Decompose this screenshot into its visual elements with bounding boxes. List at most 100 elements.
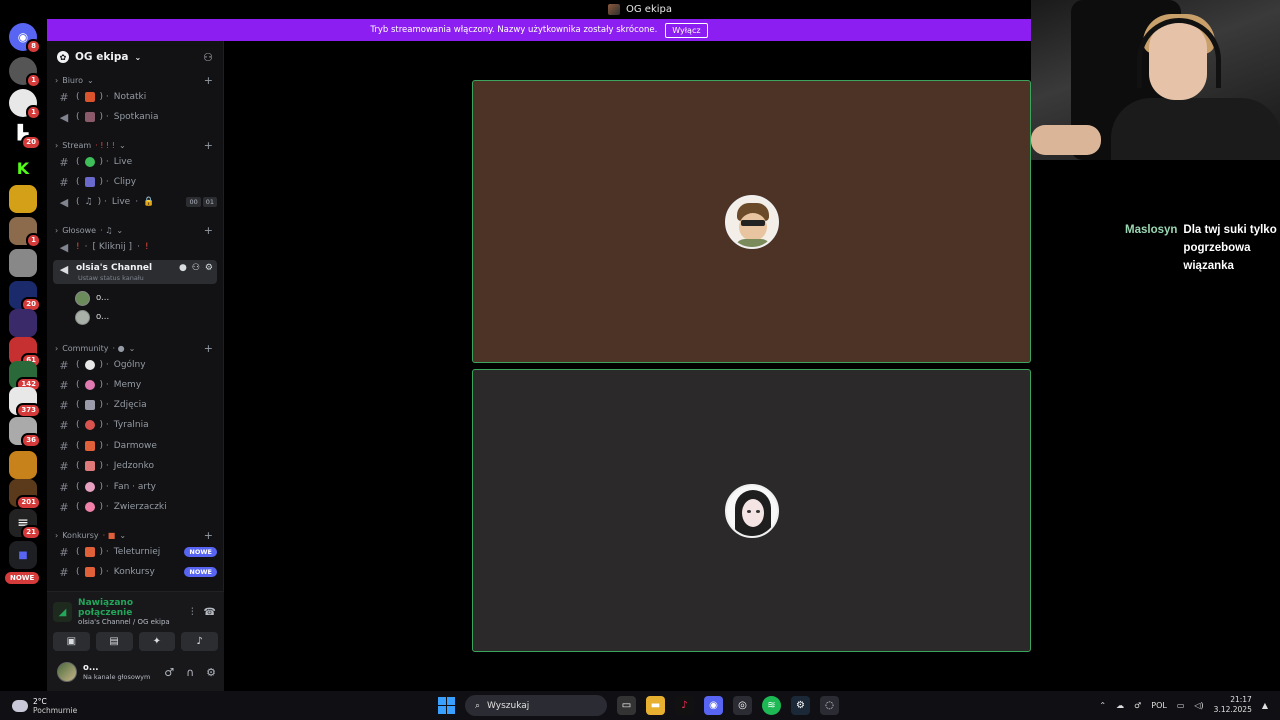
chevron-down-icon: ⌄ [128,343,136,353]
category-biuro[interactable]: › Biuro ⌄ + [55,73,213,87]
hangup-icon[interactable]: ☎ [204,607,216,618]
dm-avatar[interactable]: 1 [9,89,41,120]
kick-server-icon[interactable]: K [9,154,37,182]
avatar[interactable] [57,662,77,682]
activities-button[interactable]: ✦ [138,632,176,651]
server-icon[interactable]: 201 [9,479,41,510]
server-icon[interactable]: 20 [9,281,41,312]
emoji-icon [84,380,95,390]
counter-limit: 01 [202,197,217,207]
voice-status[interactable]: Nawiązano połączenie [78,598,185,618]
taskbar-search[interactable]: ⌕ Wyszukaj [465,695,607,716]
voice-member[interactable]: o... [75,290,109,306]
invite-icon[interactable]: ⚇ [192,263,200,273]
notifications-icon[interactable]: ▲ [1262,701,1268,710]
channel-olsias-channel[interactable]: ◀ olsia's Channel ● ⚇ ⚙ Ustaw status kanału [53,260,217,284]
dm-avatar[interactable]: 1 [9,57,41,88]
server-icon[interactable]: ≡ 21 [9,509,41,540]
emoji-icon [84,482,95,492]
screen-share-button[interactable]: ▤ [95,632,133,651]
chevron-up-icon[interactable]: ⌃ [1099,701,1106,710]
add-channel-icon[interactable]: + [204,224,213,237]
server-icon[interactable] [9,451,37,479]
channel-notatki[interactable]: #() · Notatki [53,88,217,106]
add-channel-icon[interactable]: + [204,342,213,355]
windows-icon[interactable] [438,697,455,714]
gear-icon[interactable]: ⚙ [206,666,216,679]
app-icon[interactable]: ◌ [820,696,839,715]
username[interactable]: o... [83,663,150,673]
voice-location[interactable]: olsia's Channel / OG ekipa [78,618,185,626]
server-header[interactable]: ✿ OG ekipa ⌄ ⚇ [47,41,223,73]
participant-tile[interactable] [472,80,1031,363]
channel-memy[interactable]: #() · Memy [53,376,217,394]
chat-bubble-icon[interactable]: ● [179,263,187,273]
speaker-icon: ◀ [59,263,69,276]
volume-icon[interactable]: ◁) [1194,701,1203,710]
channel-zwierzaczki[interactable]: #() · Zwierzaczki [53,498,217,516]
channel-clipy[interactable]: #() · Clipy [53,173,217,191]
speaker-icon: ◀ [59,240,69,254]
add-channel-icon[interactable]: + [204,74,213,87]
emoji-icon [84,461,95,471]
weather-widget[interactable]: 2°C Pochmurnie [0,697,200,715]
channel-fan-arty[interactable]: #() · Fan · arty [53,478,217,496]
server-rail: ◉ 8 1 1 ▙ 20 K 1 20 61 142 373 36 201 ≡ 21 … [0,19,46,691]
file-explorer-icon[interactable]: ▬ [646,696,665,715]
chrome-icon[interactable]: ◎ [733,696,752,715]
channel-teleturniej[interactable]: #() · Teleturniej NOWE [53,543,217,561]
gear-icon[interactable]: ⚙ [205,263,213,273]
server-icon[interactable]: 1 [9,217,41,248]
disable-streamer-mode-button[interactable]: Wyłącz [665,22,708,38]
category-glosowe[interactable]: › Głosowe · ♫ ⌄ + [55,223,213,237]
channel-spotkania[interactable]: ◀() · Spotkania [53,108,217,126]
add-channel-icon[interactable]: + [204,529,213,542]
voice-member[interactable]: o... [75,309,109,325]
channel-jedzonko[interactable]: #() · Jedzonko [53,457,217,475]
server-icon[interactable] [9,249,37,277]
channel-darmowe[interactable]: #() · Darmowe [53,437,217,455]
headphones-icon[interactable]: ∩ [186,666,194,679]
channel-ogolny[interactable]: #() · Ogólny [53,356,217,374]
clock[interactable]: 21:17 3.12.2025 [1214,695,1252,715]
signal-icon[interactable]: ◢ [53,602,73,622]
mic-icon[interactable]: ♂ [164,666,174,679]
server-icon[interactable]: 36 [9,417,41,448]
task-view-icon[interactable]: ▭ [617,696,636,715]
camera-off-button[interactable]: ▣ [53,632,90,651]
invite-icon[interactable]: ⚇ [203,51,213,64]
tiktok-icon[interactable]: ♪ [675,696,694,715]
channel-live-voice[interactable]: ◀(♫) · Live · 🔒 00 01 [53,193,217,211]
badge: 21 [21,525,41,540]
add-channel-icon[interactable]: + [204,139,213,152]
category-stream[interactable]: › Stream · ! ! ! ⌄ + [55,138,213,152]
folder-icon[interactable]: ■ [9,541,37,569]
channel-zdjecia[interactable]: #() · Zdjęcia [53,396,217,414]
steam-icon[interactable]: ⚙ [791,696,810,715]
onedrive-icon[interactable]: ☁ [1116,701,1124,710]
soundboard-button[interactable]: ♪ [181,632,218,651]
network-icon[interactable]: ▭ [1177,701,1185,710]
channel-konkursy[interactable]: #() · Konkursy NOWE [53,563,217,581]
server-icon[interactable] [9,309,37,337]
chat-text: Dla twj suki tylko pogrzebowa wiązanka [1183,224,1277,272]
server-icon[interactable]: ▙ 20 [9,119,41,150]
spotify-icon[interactable]: ≋ [762,696,781,715]
server-icon[interactable]: 373 [9,387,41,418]
speaker-icon: ◀ [59,110,69,124]
channel-kliknij[interactable]: ◀! · [ Kliknij ] · ! [53,238,217,256]
server-icon[interactable] [9,185,37,213]
channel-live[interactable]: #() · Live [53,153,217,171]
mic-icon[interactable]: ♂ [1134,701,1141,710]
channel-status-hint[interactable]: Ustaw status kanału [78,274,144,282]
server-icon[interactable]: 142 [9,361,41,392]
participant-tile[interactable] [472,369,1031,652]
category-community[interactable]: › Community · ● ⌄ + [55,341,213,355]
category-konkursy[interactable]: › Konkursy · ■ ⌄ + [55,528,213,542]
noise-suppression-icon[interactable]: ⫶ [191,607,194,618]
discord-home-icon[interactable]: ◉ 8 [9,23,41,54]
channel-tyralnia[interactable]: #() · Tyralnia [53,416,217,434]
discord-icon[interactable]: ◉ [704,696,723,715]
category-label: Konkursy [62,530,99,540]
language-indicator[interactable]: POL [1151,701,1167,710]
